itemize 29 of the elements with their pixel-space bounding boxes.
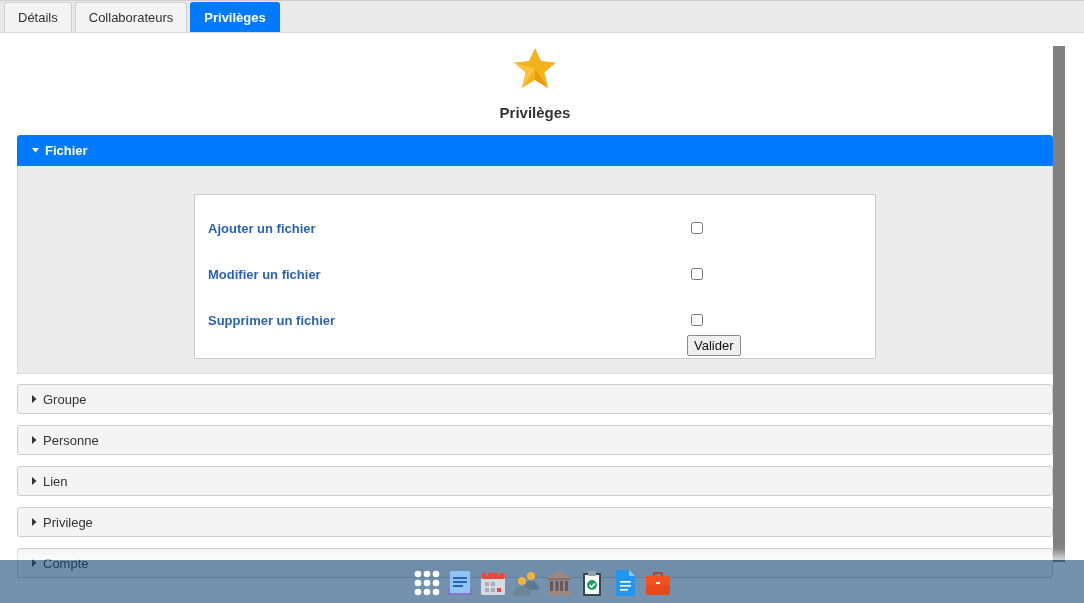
checkbox[interactable] xyxy=(691,314,703,326)
section-header[interactable]: Privilege xyxy=(17,507,1053,537)
caret-icon xyxy=(32,518,37,526)
tab[interactable]: Privilèges xyxy=(190,2,280,32)
caret-icon xyxy=(32,436,37,444)
section-header[interactable]: Lien xyxy=(17,466,1053,496)
caret-icon xyxy=(32,148,39,153)
grid-icon[interactable] xyxy=(413,569,440,596)
section-header[interactable]: Groupe xyxy=(17,384,1053,414)
checkbox[interactable] xyxy=(691,222,703,234)
privilege-label: Ajouter un fichier xyxy=(207,220,317,236)
tab[interactable]: Détails xyxy=(4,2,72,32)
calendar-icon[interactable] xyxy=(479,569,506,596)
star-icon xyxy=(514,48,556,88)
tab[interactable]: Collaborateurs xyxy=(74,2,188,32)
privilege-label: Modifier un fichier xyxy=(207,266,322,282)
caret-icon xyxy=(32,477,37,485)
caret-icon xyxy=(32,559,37,567)
briefcase-icon[interactable] xyxy=(644,569,671,596)
bank-icon[interactable] xyxy=(545,569,572,596)
checkbox[interactable] xyxy=(691,268,703,280)
page-title: Privilèges xyxy=(499,104,571,121)
section-header[interactable]: Fichier xyxy=(17,135,1053,166)
caret-icon xyxy=(32,395,37,403)
section-header[interactable]: Personne xyxy=(17,425,1053,455)
submit-button[interactable]: Valider xyxy=(687,335,741,356)
privilege-label: Supprimer un fichier xyxy=(207,312,337,328)
people-icon[interactable] xyxy=(512,569,539,596)
scrollbar[interactable] xyxy=(1053,46,1065,562)
